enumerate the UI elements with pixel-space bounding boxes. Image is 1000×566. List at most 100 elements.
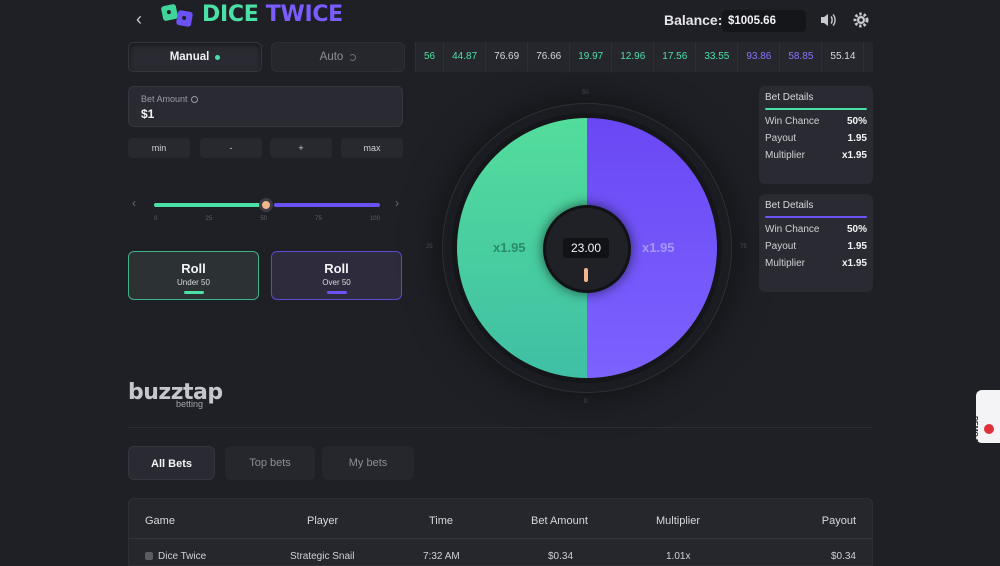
slider-tick: 100: [369, 216, 380, 222]
slider-tick: 75: [315, 216, 322, 222]
column-header-player: Player: [307, 515, 339, 527]
cell-time: 7:32 AM: [423, 551, 460, 562]
bet-details-over: Bet Details Win Chance 50% Payout 1.95 Mul…: [759, 194, 873, 292]
history-item: 56: [415, 42, 443, 72]
result-needle: [584, 268, 588, 282]
app-logo: DICE TWICE: [160, 2, 343, 27]
min-button[interactable]: min: [128, 138, 190, 158]
increase-button[interactable]: +: [270, 138, 332, 158]
cell-multiplier: 1.01x: [666, 551, 691, 562]
win-chance-label: Win Chance: [765, 116, 820, 127]
manual-label: Manual: [169, 51, 210, 63]
divider: [128, 427, 873, 428]
cell-player: Strategic Snail: [290, 551, 355, 562]
slider-handle[interactable]: [259, 198, 273, 212]
target-slider[interactable]: ‹ › 0 25 50 75 100: [128, 192, 403, 228]
payout-label: Payout: [765, 133, 797, 144]
win-chance-value: 50%: [846, 224, 867, 235]
slider-right-arrow-icon[interactable]: ›: [395, 196, 399, 210]
cell-game: Dice Twice: [158, 551, 207, 562]
win-chance-value: 50%: [846, 116, 867, 127]
cell-bet-amount: $0.34: [548, 551, 574, 562]
under-multiplier: x1.95: [493, 240, 526, 255]
bet-details-accent: [765, 108, 867, 110]
history-item: 19.97: [569, 42, 611, 72]
multiplier-label: Multiplier: [765, 150, 806, 161]
balance-value: $1005.66: [722, 10, 806, 32]
win-chance-label: Win Chance: [765, 224, 820, 235]
column-header-time: Time: [429, 515, 454, 527]
history-item: 33.55: [695, 42, 737, 72]
bet-amount-label: Bet Amount: [141, 94, 188, 104]
roll-under-title: Roll: [181, 261, 206, 276]
bet-details-title: Bet Details: [765, 92, 814, 103]
history-item: 44.87: [443, 42, 485, 72]
roll-over-sub: Over 50: [322, 278, 351, 287]
table-row-game: Dice Twice: [145, 551, 206, 562]
column-header-bet-amount: Bet Amount: [531, 515, 588, 527]
slider-tick: 50: [260, 216, 267, 222]
max-button[interactable]: max: [341, 138, 403, 158]
payout-label: Payout: [765, 241, 797, 252]
history-item: 55.14: [821, 42, 863, 72]
slider-track-over: [274, 203, 380, 207]
roll-result: 23.00: [563, 238, 609, 258]
demo-mode-text: DEMO MODE: [971, 416, 978, 460]
bets-table: Game Player Time Bet Amount Multiplier P…: [128, 498, 873, 566]
loading-icon: [349, 53, 357, 61]
bet-details-accent: [765, 216, 867, 218]
tab-all-bets[interactable]: All Bets: [128, 446, 215, 480]
over-multiplier: x1.95: [642, 240, 675, 255]
wheel-tick-top: 50: [582, 90, 589, 96]
decrease-button[interactable]: -: [200, 138, 262, 158]
info-icon[interactable]: [190, 95, 198, 103]
slider-ticks: 0 25 50 75 100: [154, 216, 380, 222]
tab-top-bets[interactable]: Top bets: [225, 446, 315, 480]
bet-amount-field[interactable]: Bet Amount $1: [128, 86, 403, 127]
active-dot-icon: [215, 54, 221, 60]
column-header-game: Game: [145, 515, 175, 527]
provider-logo: buzztap betting: [128, 380, 223, 409]
history-item: 93.86: [737, 42, 779, 72]
auto-mode-button[interactable]: Auto: [271, 42, 405, 72]
manual-mode-button[interactable]: Manual: [128, 42, 262, 72]
roll-under-sub: Under 50: [177, 278, 210, 287]
logo-text-twice: TWICE: [265, 2, 343, 27]
logo-text-dice: DICE: [202, 2, 259, 27]
speaker-icon[interactable]: [818, 10, 838, 30]
slider-left-arrow-icon[interactable]: ‹: [132, 196, 136, 210]
bet-details-title: Bet Details: [765, 200, 814, 211]
demo-icon: [984, 424, 994, 434]
column-header-multiplier: Multiplier: [656, 515, 701, 527]
roll-under-button[interactable]: Roll Under 50: [128, 251, 259, 300]
multiplier-value: x1.95: [841, 150, 867, 161]
bet-amount-value: $1: [141, 107, 155, 121]
auto-label: Auto: [319, 51, 344, 63]
slider-tick: 0: [154, 216, 158, 222]
multiplier-label: Multiplier: [765, 258, 806, 269]
column-header-payout: Payout: [821, 515, 856, 527]
payout-value: 1.95: [847, 133, 867, 144]
wheel-tick-left: 25: [426, 244, 433, 250]
slider-tick: 25: [205, 216, 213, 222]
back-button[interactable]: ‹: [128, 8, 150, 30]
history-item: 76.66: [527, 42, 569, 72]
dice-icon: [145, 552, 153, 560]
wheel-tick-right: 75: [740, 244, 747, 250]
roll-over-button[interactable]: Roll Over 50: [271, 251, 402, 300]
gear-icon[interactable]: [852, 11, 870, 29]
bet-details-under: Bet Details Win Chance 50% Payout 1.95 Mul…: [759, 86, 873, 184]
roll-under-indicator: [183, 291, 204, 294]
balance-label: Balance:: [664, 12, 723, 28]
dice-icon: [160, 3, 196, 27]
roll-history: 56 44.87 76.69 76.66 19.97 12.96 17.56 33.55 93.…: [415, 42, 873, 72]
table-divider: [129, 538, 872, 539]
chevron-left-icon: ‹: [136, 9, 142, 29]
history-item: 12.96: [611, 42, 653, 72]
tab-my-bets[interactable]: My bets: [322, 446, 414, 480]
payout-value: 1.95: [847, 241, 867, 252]
slider-track-under: [154, 203, 262, 207]
history-item: 76.69: [485, 42, 527, 72]
history-item: 17.56: [653, 42, 695, 72]
wheel-tick-bottom: 0: [584, 399, 588, 405]
